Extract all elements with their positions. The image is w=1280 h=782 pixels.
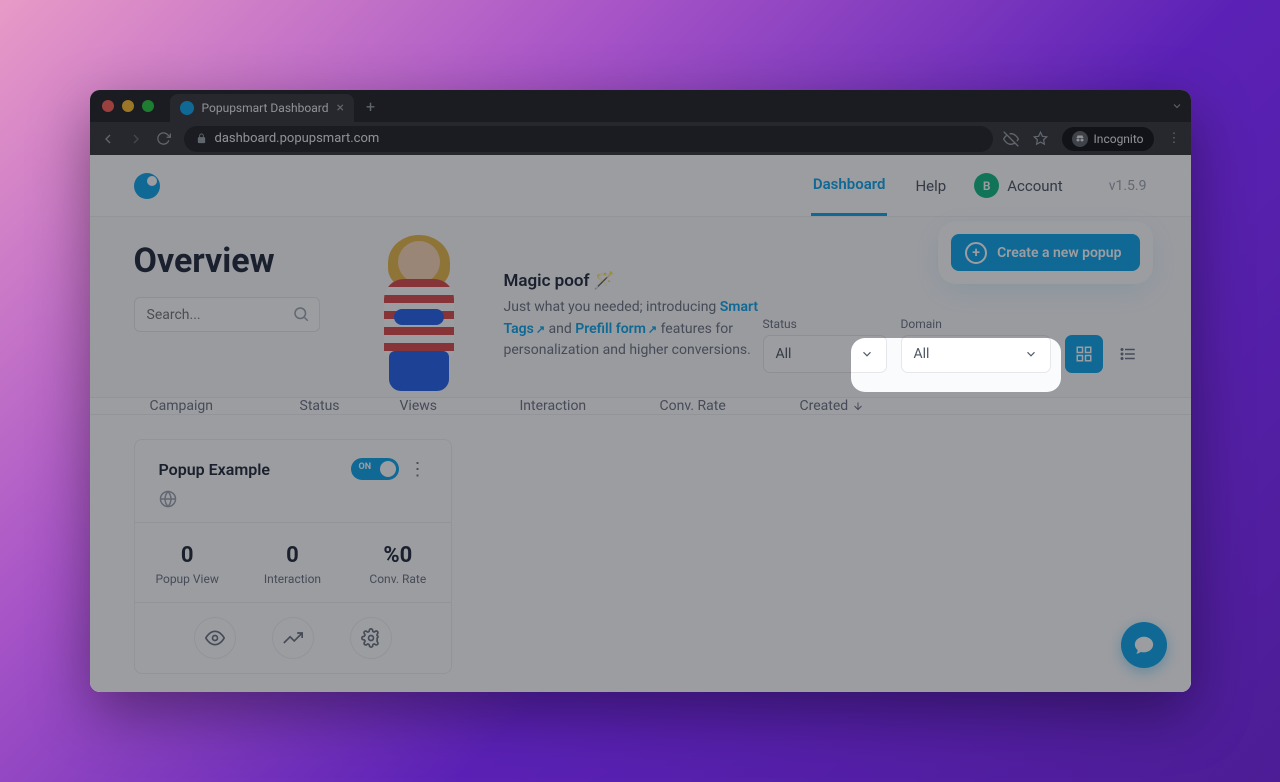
status-filter-label: Status xyxy=(763,317,887,331)
tab-title: Popupsmart Dashboard xyxy=(202,101,329,115)
account-menu[interactable]: B Account xyxy=(974,173,1063,198)
card-title: Popup Example xyxy=(159,460,271,479)
card-menu-icon[interactable]: ⋮ xyxy=(409,459,427,480)
window-controls[interactable] xyxy=(102,100,154,112)
domain-filter-value: All xyxy=(914,346,930,362)
nav-forward-icon[interactable] xyxy=(128,131,146,147)
trend-up-icon xyxy=(283,628,303,648)
list-view-button[interactable] xyxy=(1109,335,1147,373)
account-label: Account xyxy=(1007,177,1063,195)
toggle-knob-icon xyxy=(380,461,396,477)
minimize-window-icon[interactable] xyxy=(122,100,134,112)
plus-circle-icon: + xyxy=(965,242,987,264)
stat-popup-view: 0 Popup View xyxy=(135,523,240,602)
toggle-label: ON xyxy=(359,462,372,472)
promo-text: Magic poof 🪄 Just what you needed; intro… xyxy=(504,241,794,362)
create-popup-button[interactable]: + Create a new popup xyxy=(951,234,1139,271)
popup-card: Popup Example ON ⋮ xyxy=(134,439,452,674)
card-preview-button[interactable] xyxy=(194,617,236,659)
chevron-down-icon xyxy=(1024,347,1038,361)
status-filter-select[interactable]: All xyxy=(763,335,887,373)
chat-fab[interactable] xyxy=(1121,622,1167,668)
status-filter-value: All xyxy=(776,346,792,362)
incognito-badge[interactable]: Incognito xyxy=(1062,127,1154,151)
popup-toggle[interactable]: ON xyxy=(351,458,399,480)
domain-filter-label: Domain xyxy=(901,317,1051,331)
incognito-label: Incognito xyxy=(1094,132,1144,146)
sort-desc-icon xyxy=(852,400,864,412)
chat-icon xyxy=(1133,634,1155,656)
stat-conv: %0 Conv. Rate xyxy=(345,523,450,602)
browser-address-bar: dashboard.popupsmart.com Incognito ⋮ xyxy=(90,122,1191,155)
domain-filter-select[interactable]: All xyxy=(901,335,1051,373)
incognito-icon xyxy=(1072,131,1088,147)
card-analytics-button[interactable] xyxy=(272,617,314,659)
card-settings-button[interactable] xyxy=(350,617,392,659)
tab-favicon-icon xyxy=(180,101,194,115)
bookmark-star-icon[interactable] xyxy=(1033,131,1048,146)
create-popup-label: Create a new popup xyxy=(997,245,1121,261)
hero-illustration xyxy=(364,231,474,401)
tab-close-icon[interactable]: × xyxy=(336,100,343,116)
browser-menu-icon[interactable]: ⋮ xyxy=(1168,131,1181,146)
search-icon[interactable] xyxy=(292,305,310,323)
page-title: Overview xyxy=(134,241,334,281)
gear-icon xyxy=(361,628,381,648)
list-icon xyxy=(1119,345,1137,363)
nav-help[interactable]: Help xyxy=(913,157,948,215)
chevron-down-icon xyxy=(860,347,874,361)
promo-title: Magic poof 🪄 xyxy=(504,271,794,291)
nav-dashboard[interactable]: Dashboard xyxy=(811,155,888,216)
app-header: Dashboard Help B Account v1.5.9 xyxy=(90,155,1191,217)
grid-icon xyxy=(1075,345,1093,363)
hero-section: Overview Magic poof 🪄 Just what you need… xyxy=(90,217,1191,398)
eye-icon xyxy=(205,628,225,648)
tabs-dropdown-icon[interactable] xyxy=(1171,100,1183,112)
nav-reload-icon[interactable] xyxy=(156,131,174,146)
version-label: v1.5.9 xyxy=(1109,178,1147,194)
avatar: B xyxy=(974,173,999,198)
browser-tab[interactable]: Popupsmart Dashboard × xyxy=(170,94,354,122)
close-window-icon[interactable] xyxy=(102,100,114,112)
lock-icon xyxy=(196,133,207,144)
maximize-window-icon[interactable] xyxy=(142,100,154,112)
prefill-form-link[interactable]: Prefill form↗ xyxy=(575,321,657,337)
grid-view-button[interactable] xyxy=(1065,335,1103,373)
globe-icon xyxy=(159,490,427,508)
chrome-tab-strip: Popupsmart Dashboard × + xyxy=(90,90,1191,122)
stat-interaction: 0 Interaction xyxy=(240,523,345,602)
url-input[interactable]: dashboard.popupsmart.com xyxy=(184,126,993,152)
url-text: dashboard.popupsmart.com xyxy=(215,131,380,146)
app-logo-icon[interactable] xyxy=(134,173,160,199)
new-tab-button[interactable]: + xyxy=(366,97,375,116)
nav-back-icon[interactable] xyxy=(100,131,118,147)
eye-off-icon[interactable] xyxy=(1003,131,1019,147)
